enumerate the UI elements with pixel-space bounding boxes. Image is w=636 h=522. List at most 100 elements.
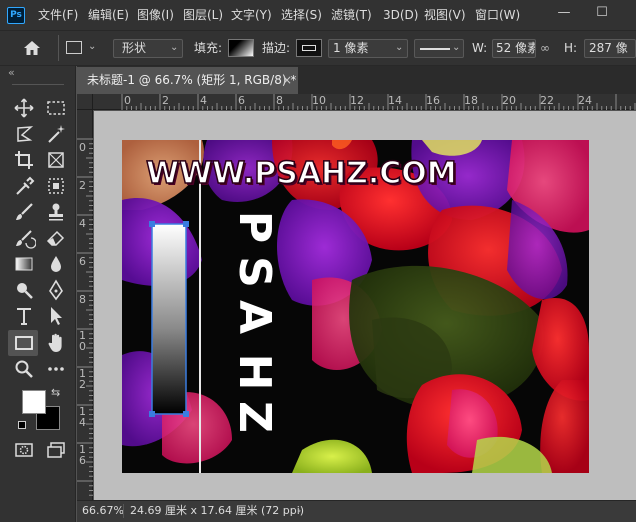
zoom-tool-icon[interactable] <box>12 357 36 381</box>
ruler-label: 1 4 <box>79 405 86 429</box>
ruler-label: 8 <box>79 293 86 306</box>
ruler-label: 4 <box>79 217 86 230</box>
stroke-swatch[interactable] <box>296 39 322 57</box>
width-input[interactable]: 52 像素 <box>492 39 536 58</box>
photoshop-logo: Ps <box>7 7 25 24</box>
hand-tool-icon[interactable] <box>44 331 68 355</box>
ruler-label: 6 <box>238 94 245 107</box>
ruler-label: 22 <box>540 94 554 107</box>
gradient-tool-icon[interactable] <box>12 252 36 276</box>
rectangle-tool-preset-icon[interactable] <box>66 41 82 54</box>
collapse-panel-icon[interactable]: « <box>8 66 15 79</box>
status-menu-arrow-icon[interactable]: › <box>297 501 301 521</box>
menu-edit[interactable]: 编辑(E) <box>88 0 129 30</box>
ruler-corner <box>77 94 93 110</box>
ruler-label: 1 2 <box>79 367 86 391</box>
maximize-button[interactable]: ☐ <box>584 0 620 28</box>
chevron-down-icon[interactable]: ⌄ <box>88 41 96 52</box>
blur-tool-icon[interactable] <box>44 252 68 276</box>
menu-layer[interactable]: 图层(L) <box>183 0 223 30</box>
ruler-label: 12 <box>350 94 364 107</box>
stroke-label: 描边: <box>262 41 291 55</box>
menu-view[interactable]: 视图(V) <box>424 0 466 30</box>
quick-mask-icon[interactable] <box>12 438 36 462</box>
more-tools-icon[interactable] <box>44 357 68 381</box>
ruler-label: 16 <box>426 94 440 107</box>
object-selection-tool-icon[interactable] <box>44 174 68 198</box>
menu-image[interactable]: 图像(I) <box>137 0 174 30</box>
eraser-tool-icon[interactable] <box>44 226 68 250</box>
website-text: WWW.PSAHZ.COM <box>145 155 457 192</box>
status-bar: 66.67% 24.69 厘米 x 17.64 厘米 (72 ppi) › <box>77 500 636 522</box>
ruler-label: 1 0 <box>79 329 86 353</box>
crop-tool-icon[interactable] <box>12 148 36 172</box>
zoom-level[interactable]: 66.67% <box>82 501 124 521</box>
shape-mode-select[interactable]: 形状 ⌄ <box>113 39 183 58</box>
ruler-label: 6 <box>79 255 86 268</box>
ruler-label: 14 <box>388 94 402 107</box>
menu-type[interactable]: 文字(Y) <box>231 0 272 30</box>
shape-mode-value: 形状 <box>122 41 147 55</box>
ruler-label: 24 <box>578 94 592 107</box>
history-brush-tool-icon[interactable] <box>12 226 37 250</box>
stroke-width-select[interactable]: 1 像素 ⌄ <box>328 39 408 58</box>
document-tab-title: 未标题-1 @ 66.7% (矩形 1, RGB/8) * <box>87 73 297 87</box>
ruler-label: 1 6 <box>79 443 86 467</box>
stroke-width-value: 1 像素 <box>333 41 369 55</box>
width-label: W: <box>472 41 488 55</box>
height-input[interactable]: 287 像 <box>584 39 636 58</box>
fill-swatch[interactable] <box>228 39 254 57</box>
stroke-type-select[interactable]: ⌄ <box>414 39 464 58</box>
home-icon[interactable] <box>22 39 42 57</box>
clone-stamp-tool-icon[interactable] <box>44 200 68 224</box>
ruler-label: 18 <box>464 94 478 107</box>
minimize-button[interactable]: — <box>546 0 582 28</box>
screen-mode-icon[interactable] <box>44 438 68 462</box>
width-value: 52 像素 <box>496 41 536 55</box>
ruler-label: 0 <box>79 141 86 154</box>
path-selection-tool-icon[interactable] <box>44 304 68 328</box>
lasso-tool-icon[interactable] <box>12 122 36 146</box>
chevron-down-icon: ⌄ <box>452 42 461 53</box>
menu-filter[interactable]: 滤镜(T) <box>331 0 372 30</box>
frame-tool-icon[interactable] <box>44 148 68 172</box>
menu-window[interactable]: 窗口(W) <box>475 0 520 30</box>
brush-tool-icon[interactable] <box>12 200 36 224</box>
divider <box>123 504 124 518</box>
default-colors-icon[interactable] <box>18 421 26 429</box>
ruler-label: 2 <box>79 179 86 192</box>
ruler-label: 8 <box>276 94 283 107</box>
chevron-down-icon: ⌄ <box>395 42 404 53</box>
ruler-label: 10 <box>312 94 326 107</box>
ruler-top: 0 2 4 6 8 10 12 14 16 18 20 22 24 <box>93 94 636 110</box>
chevron-down-icon: ⌄ <box>170 42 179 53</box>
menu-select[interactable]: 选择(S) <box>281 0 322 30</box>
foreground-color-swatch[interactable] <box>22 390 46 414</box>
marquee-tool-icon[interactable] <box>44 96 68 120</box>
eyedropper-tool-icon[interactable] <box>12 174 36 198</box>
stroke-line-preview <box>420 48 450 50</box>
options-bar: ⌄ 形状 ⌄ 填充: 描边: 1 像素 ⌄ ⌄ W: 52 像素 ∞ H: 28… <box>0 30 636 66</box>
type-tool-icon[interactable] <box>12 304 36 328</box>
divider <box>12 84 64 85</box>
document-tab[interactable]: 未标题-1 @ 66.7% (矩形 1, RGB/8) * × <box>77 67 298 94</box>
dodge-tool-icon[interactable] <box>12 278 36 302</box>
stroke-preview <box>302 45 316 51</box>
ruler-top-ticks <box>121 94 636 110</box>
vertical-letter: Z <box>229 401 280 433</box>
link-icon[interactable]: ∞ <box>540 31 550 65</box>
menu-3d[interactable]: 3D(D) <box>383 0 418 30</box>
move-tool-icon[interactable] <box>12 96 36 120</box>
ruler-label: 2 <box>162 94 169 107</box>
toolbar: « ⇆ <box>0 66 76 522</box>
rectangle-tool-icon[interactable] <box>12 331 36 355</box>
document-canvas[interactable]: WWW.PSAHZ.COM P S A H Z <box>122 140 589 473</box>
pen-tool-icon[interactable] <box>44 278 68 302</box>
menu-bar: Ps 文件(F) 编辑(E) 图像(I) 图层(L) 文字(Y) 选择(S) 滤… <box>0 0 636 30</box>
magic-wand-tool-icon[interactable] <box>44 122 68 146</box>
close-tab-icon[interactable]: × <box>282 67 292 94</box>
swap-colors-icon[interactable]: ⇆ <box>51 386 60 399</box>
ruler-label: 20 <box>502 94 516 107</box>
height-value: 287 像 <box>589 41 628 55</box>
menu-file[interactable]: 文件(F) <box>38 0 78 30</box>
